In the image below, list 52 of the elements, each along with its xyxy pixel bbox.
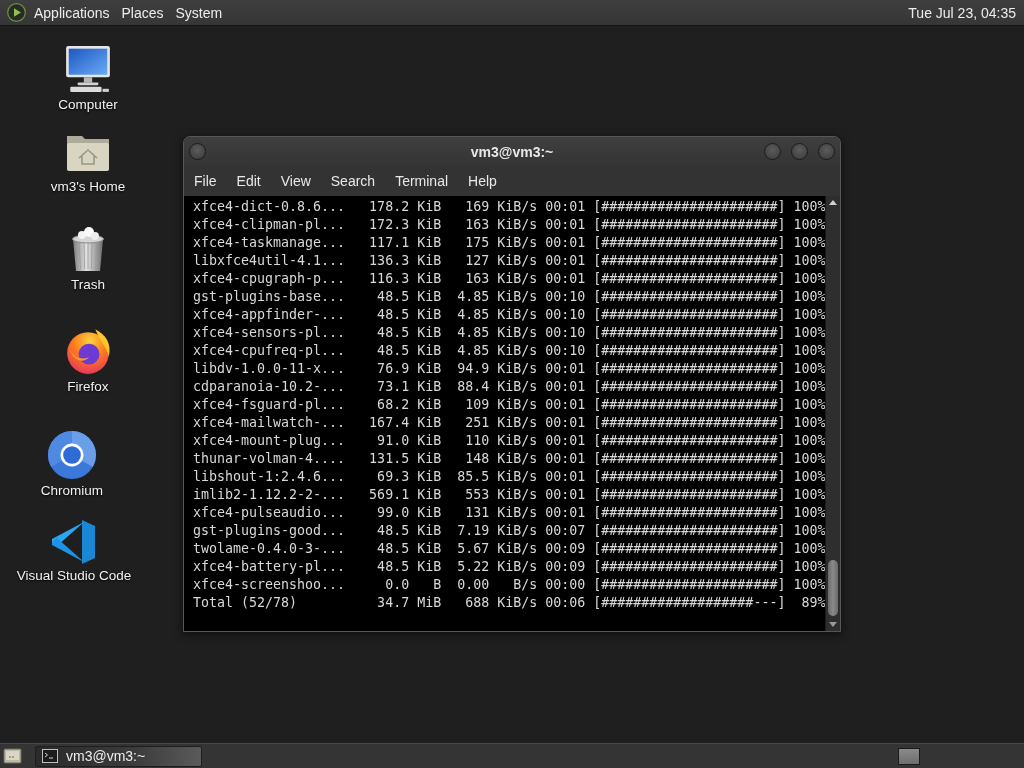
terminal-line: libshout-1:2.4.6... 69.3 KiB 85.5 KiB/s 00:01 [######################] 100% [193, 468, 825, 486]
taskbar-button[interactable]: vm3@vm3:~ [35, 745, 202, 767]
ring-logo-icon [47, 430, 97, 480]
terminal-line: Total (52/78) 34.7 MiB 688 KiB/s 00:06 [###################---] 89% [193, 594, 825, 612]
scrollbar-thumb[interactable] [828, 560, 838, 616]
terminal-line: libxfce4util-4.1... 136.3 KiB 127 KiB/s 00:01 [######################] 100% [193, 252, 825, 270]
desktop-icon-label[interactable]: vm3's Home [50, 178, 126, 195]
terminal-line: gst-plugins-good... 48.5 KiB 7.19 KiB/s 00:07 [######################] 100% [193, 522, 825, 540]
desktop-icon-label[interactable]: Firefox [67, 378, 109, 395]
terminal-line: twolame-0.4.0-3-... 48.5 KiB 5.67 KiB/s 00:09 [######################] 100% [193, 540, 825, 558]
scrollbar-track[interactable] [825, 196, 840, 631]
terminal-line: cdparanoia-10.2-... 73.1 KiB 88.4 KiB/s 00:01 [######################] 100% [193, 378, 825, 396]
terminal-line: xfce4-pulseaudio... 99.0 KiB 131 KiB/s 00:01 [######################] 100% [193, 504, 825, 522]
terminal-line: xfce4-mount-plug... 91.0 KiB 110 KiB/s 00:01 [######################] 100% [193, 432, 825, 450]
panel-menu[interactable]: Applications [28, 0, 116, 25]
menu-item[interactable]: Terminal [385, 166, 459, 196]
panel-menu[interactable]: Places [115, 0, 170, 25]
terminal-line: xfce4-battery-pl... 48.5 KiB 5.22 KiB/s 00:09 [######################] 100% [193, 558, 825, 576]
terminal-line: xfce4-cpufreq-pl... 48.5 KiB 4.85 KiB/s 00:10 [######################] 100% [193, 342, 825, 360]
terminal-line: xfce4-mailwatch-... 167.4 KiB 251 KiB/s 00:01 [######################] 100% [193, 414, 825, 432]
menu-item[interactable]: View [270, 166, 321, 196]
menu-item[interactable]: Search [320, 166, 386, 196]
terminal-line: imlib2-1.12.2-2-... 569.1 KiB 553 KiB/s 00:01 [######################] 100% [193, 486, 825, 504]
terminal-line: xfce4-sensors-pl... 48.5 KiB 4.85 KiB/s 00:10 [######################] 100% [193, 324, 825, 342]
terminal-line: xfce4-fsguard-pl... 68.2 KiB 109 KiB/s 00:01 [######################] 100% [193, 396, 825, 414]
scroll-down-icon[interactable] [829, 622, 837, 627]
terminal-icon [42, 749, 58, 763]
desktop-icon[interactable] [3, 747, 22, 765]
terminal-line: xfce4-cpugraph-p... 116.3 KiB 163 KiB/s 00:01 [######################] 100% [193, 270, 825, 288]
ribbon-logo-icon [51, 519, 97, 565]
window-title: vm3@vm3:~ [470, 143, 554, 160]
workspace-switcher[interactable] [898, 747, 920, 765]
terminal-line: xfce4-taskmanage... 117.1 KiB 175 KiB/s 00:01 [######################] 100% [193, 234, 825, 252]
menu-item[interactable]: Edit [226, 166, 271, 196]
menu-item[interactable]: Help [458, 166, 507, 196]
scroll-up-icon[interactable] [829, 200, 837, 205]
desktop-icon-label[interactable]: Visual Studio Code [16, 567, 132, 584]
terminal-line: xfce4-clipman-pl... 172.3 KiB 163 KiB/s 00:01 [######################] 100% [193, 216, 825, 234]
terminal-line: libdv-1.0.0-11-x... 76.9 KiB 94.9 KiB/s 00:01 [######################] 100% [193, 360, 825, 378]
terminal-line: xfce4-screenshoo... 0.0 B 0.00 B/s 00:00 [######################] 100% [193, 576, 825, 594]
terminal-line: xfce4-appfinder-... 48.5 KiB 4.85 KiB/s 00:10 [######################] 100% [193, 306, 825, 324]
desktop-icon-label[interactable]: Chromium [40, 482, 104, 499]
play-logo-icon[interactable] [7, 3, 26, 22]
terminal-line: gst-plugins-base... 48.5 KiB 4.85 KiB/s 00:10 [######################] 100% [193, 288, 825, 306]
desktop-icon-label[interactable]: Trash [71, 276, 105, 293]
desktop-icon-label[interactable]: Computer [58, 96, 118, 113]
terminal-line: thunar-volman-4.... 131.5 KiB 148 KiB/s 00:01 [######################] 100% [193, 450, 825, 468]
panel-clock: Tue Jul 23, 04:35 [908, 4, 1016, 21]
panel-menu[interactable]: System [169, 0, 229, 25]
menu-item[interactable]: File [184, 166, 227, 196]
terminal-line: xfce4-dict-0.8.6... 178.2 KiB 169 KiB/s 00:01 [######################] 100% [193, 198, 825, 216]
monitor-icon [63, 44, 113, 94]
